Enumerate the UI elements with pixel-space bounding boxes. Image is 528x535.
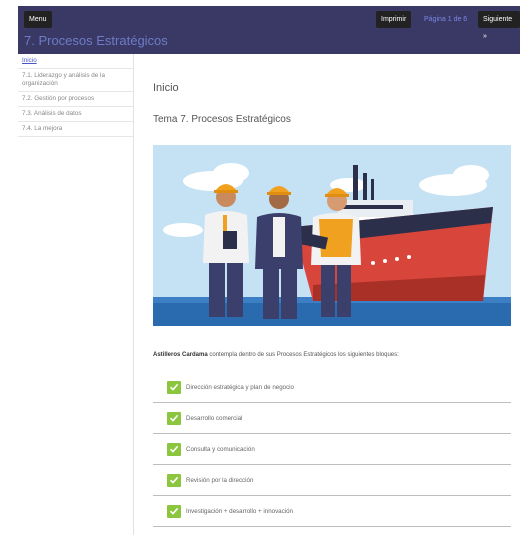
list-item: Consulta y comunicación — [153, 434, 511, 465]
sidebar-item-analisis-datos[interactable]: 7.3. Análisis de datos — [18, 107, 133, 122]
list-item: Investigación + desarrollo + innovación — [153, 496, 511, 527]
check-icon — [167, 380, 181, 394]
company-name: Astilleros Cardama — [153, 352, 208, 358]
sidebar-item-inicio[interactable]: Inicio — [18, 54, 133, 69]
list-item: Desarrollo comercial — [153, 403, 511, 434]
check-icon — [167, 504, 181, 518]
block-label: Investigación + desarrollo + innovación — [186, 507, 293, 515]
shipyard-workers-illustration — [153, 145, 511, 326]
block-label: Consulta y comunicación — [186, 445, 255, 453]
sidebar-item-gestion-procesos[interactable]: 7.2. Gestión por procesos — [18, 92, 133, 107]
block-label: Revisión por la dirección — [186, 476, 254, 484]
check-icon — [167, 473, 181, 487]
page-heading: Inicio — [153, 82, 179, 94]
list-item: Revisión por la dirección — [153, 465, 511, 496]
strategic-blocks-list: Dirección estratégica y plan de negocio … — [153, 372, 511, 527]
print-button[interactable]: Imprimir — [376, 11, 412, 28]
block-label: Dirección estratégica y plan de negocio — [186, 383, 295, 391]
next-button[interactable]: Siguiente » — [478, 11, 520, 40]
chapter-title: 7. Procesos Estratégicos — [24, 33, 168, 48]
intro-text: Astilleros Cardama contempla dentro de s… — [153, 352, 399, 358]
check-icon — [167, 411, 181, 425]
page-indicator: Página 1 de 6 — [424, 16, 468, 23]
block-label: Desarrollo comercial — [186, 414, 243, 422]
sidebar-item-mejora[interactable]: 7.4. La mejora — [18, 122, 133, 137]
intro-description: contempla dentro de sus Procesos Estraté… — [207, 352, 399, 358]
check-icon — [167, 442, 181, 456]
top-bar: Menu Imprimir Página 1 de 6 Siguiente » … — [18, 6, 520, 54]
sidebar-item-liderazgo[interactable]: 7.1. Liderazgo y análisis de la organiza… — [18, 69, 133, 92]
menu-button[interactable]: Menu — [24, 11, 52, 28]
hero-illustration — [153, 145, 511, 326]
sidebar-nav: Inicio 7.1. Liderazgo y análisis de la o… — [18, 54, 134, 535]
topic-title: Tema 7. Procesos Estratégicos — [153, 114, 291, 125]
list-item: Dirección estratégica y plan de negocio — [153, 372, 511, 403]
